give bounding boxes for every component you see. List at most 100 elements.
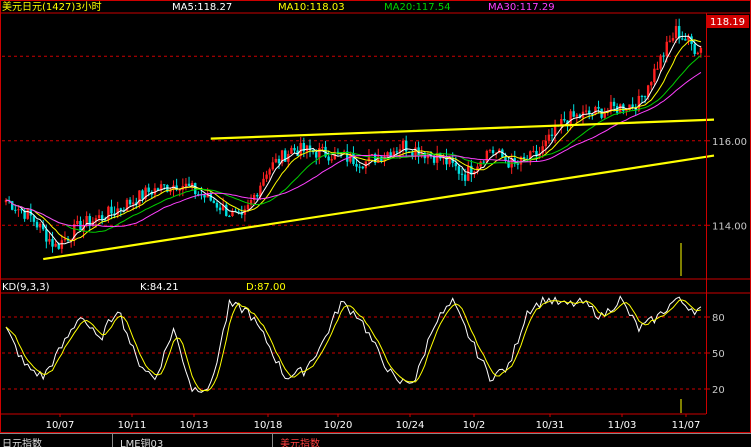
- candle-body: [358, 166, 361, 168]
- candle-body: [60, 240, 64, 249]
- candle-body: [355, 163, 358, 167]
- candle-body: [650, 82, 653, 86]
- candle-body: [138, 190, 141, 205]
- candle-body: [569, 111, 572, 126]
- legend-ma0: MA5:118.27: [172, 2, 232, 13]
- candle-body: [48, 239, 51, 242]
- kd-k-value: K:84.21: [140, 282, 179, 293]
- candle-body: [194, 183, 197, 195]
- candle-body: [482, 161, 485, 163]
- x-tick-7: 10/31: [536, 420, 565, 431]
- candle-body: [467, 165, 470, 181]
- candle-body: [643, 96, 647, 98]
- legend-ma1: MA10:118.03: [278, 2, 345, 13]
- chart-canvas[interactable]: 美元日元(1427)3小时 MA5:118.27 MA10:118.03 MA20:1…: [0, 0, 751, 446]
- candle-body: [327, 156, 330, 161]
- candle-body: [38, 223, 42, 228]
- candle-body: [516, 163, 520, 165]
- kd-tick-80: 80: [712, 313, 725, 324]
- bottom-tab-bar: 日元指数 LME铜03 美元指数: [0, 433, 751, 447]
- candle-body: [119, 208, 122, 210]
- candle-body: [640, 95, 644, 97]
- candle-body: [330, 159, 333, 161]
- candle-body: [572, 111, 575, 117]
- candle-body: [488, 150, 492, 152]
- candle-body: [246, 204, 250, 210]
- candle-body: [352, 153, 355, 164]
- x-tick-6: 10/2: [463, 420, 485, 431]
- candle-body: [63, 238, 67, 241]
- candle-body: [76, 220, 79, 225]
- candle-body: [699, 48, 703, 53]
- kd-tick-20: 20: [712, 385, 725, 396]
- candle-body: [463, 174, 467, 181]
- candle-body: [184, 183, 188, 187]
- x-tick-4: 10/20: [324, 420, 353, 431]
- candle-body: [346, 151, 349, 162]
- candle-body: [271, 162, 274, 170]
- x-tick-2: 10/13: [180, 420, 209, 431]
- candle-body: [97, 215, 101, 219]
- candle-body: [674, 26, 678, 39]
- kd-d-value: D:87.00: [246, 282, 286, 293]
- x-tick-5: 10/24: [396, 420, 425, 431]
- candle-body: [491, 150, 495, 154]
- last-price-label: 118.19: [710, 17, 745, 28]
- candle-body: [215, 202, 219, 208]
- candle-body: [203, 194, 206, 198]
- candle-body: [131, 202, 135, 205]
- tab-yen-index[interactable]: 日元指数: [2, 435, 42, 447]
- candle-body: [268, 169, 271, 175]
- candle-body: [14, 209, 17, 211]
- candle-body: [457, 166, 461, 174]
- candle-body: [274, 158, 278, 163]
- candle-body: [460, 173, 464, 175]
- candle-body: [110, 206, 113, 214]
- candle-body: [681, 38, 684, 40]
- candle-body: [696, 52, 699, 54]
- candle-body: [575, 114, 579, 117]
- x-tick-8: 11/03: [608, 420, 637, 431]
- candle-body: [51, 239, 54, 247]
- candle-body: [671, 38, 675, 41]
- candle-body: [668, 40, 672, 42]
- candle-body: [163, 184, 166, 186]
- candle-body: [612, 101, 616, 107]
- tab-lme-copper[interactable]: LME铜03: [120, 435, 163, 447]
- candle-body: [147, 187, 150, 192]
- candle-body: [225, 204, 228, 216]
- x-tick-9: 11/07: [672, 420, 701, 431]
- candle-body: [100, 215, 104, 220]
- candle-body: [57, 243, 60, 249]
- candle-body: [262, 178, 265, 186]
- candle-body: [361, 166, 364, 169]
- x-tick-0: 10/07: [46, 420, 75, 431]
- candle-body: [54, 243, 57, 247]
- candle-body: [187, 183, 191, 186]
- y-tick-116: 116.00: [712, 137, 747, 148]
- candle-body: [277, 158, 281, 164]
- kd-title: KD(9,3,3): [2, 282, 50, 293]
- candle-body: [665, 41, 668, 57]
- candle-body: [550, 134, 554, 136]
- chart-title: 美元日元(1427)3小时: [2, 0, 102, 13]
- candle-body: [218, 207, 222, 211]
- chart-background: [0, 0, 751, 446]
- candle-body: [411, 152, 414, 156]
- candle-body: [631, 104, 634, 107]
- tab-dollar-index[interactable]: 美元指数: [280, 435, 320, 447]
- candle-body: [293, 147, 296, 151]
- candle-body: [321, 146, 324, 149]
- candle-body: [212, 200, 216, 203]
- candle-body: [17, 209, 20, 211]
- y-tick-114: 114.00: [712, 221, 747, 232]
- candle-body: [395, 151, 399, 153]
- candle-body: [178, 189, 181, 191]
- candle-body: [88, 216, 91, 227]
- candle-body: [597, 106, 600, 109]
- candle-body: [107, 206, 110, 221]
- candle-body: [662, 55, 665, 57]
- candle-body: [401, 140, 405, 150]
- candle-body: [507, 160, 510, 168]
- candle-body: [141, 190, 144, 199]
